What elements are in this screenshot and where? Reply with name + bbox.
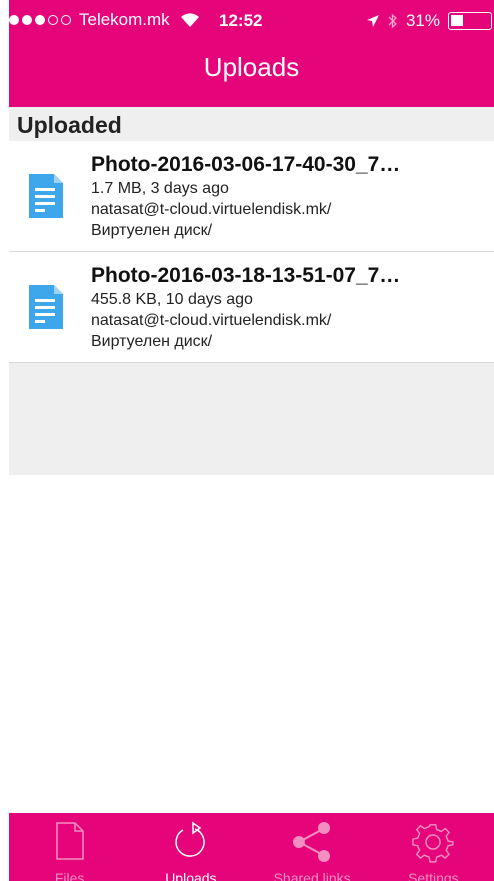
status-time: 12:52 — [219, 11, 263, 30]
refresh-icon — [175, 821, 205, 857]
file-name: Photo-2016-03-18-13-51-07_7… — [91, 264, 401, 287]
tab-shared-links[interactable]: Shared links — [252, 813, 373, 881]
status-right: 31% — [366, 11, 492, 31]
signal-strength-icon — [9, 15, 71, 25]
uploads-list: Photo-2016-03-06-17-40-30_7… 1.7 MB, 3 d… — [9, 141, 494, 363]
wifi-icon — [180, 13, 199, 27]
list-item[interactable]: Photo-2016-03-18-13-51-07_7… 455.8 KB, 1… — [9, 252, 494, 363]
app-screen: Telekom.mk 12:52 31% Uploads Uploaded Ph… — [9, 0, 494, 881]
battery-percentage: 31% — [405, 11, 440, 30]
section-header-uploaded: Uploaded — [9, 107, 494, 141]
battery-icon — [448, 12, 492, 30]
list-item[interactable]: Photo-2016-03-06-17-40-30_7… 1.7 MB, 3 d… — [9, 141, 494, 252]
list-item-text: Photo-2016-03-06-17-40-30_7… 1.7 MB, 3 d… — [91, 153, 484, 240]
status-left: Telekom.mk — [9, 10, 200, 30]
tab-label: Shared links — [273, 870, 351, 881]
share-icon — [293, 822, 331, 862]
carrier-name: Telekom.mk — [79, 10, 170, 29]
file-account: natasat@t-cloud.virtuelendisk.mk/ — [91, 201, 332, 218]
document-icon — [29, 285, 63, 329]
file-folder: Виртуелен диск/ — [91, 333, 213, 350]
file-size-age: 1.7 MB, 3 days ago — [91, 180, 229, 197]
document-icon — [29, 174, 63, 218]
file-folder: Виртуелен диск/ — [91, 222, 213, 239]
location-arrow-icon — [366, 15, 379, 27]
tab-uploads[interactable]: Uploads — [130, 813, 251, 881]
bluetooth-icon — [388, 13, 397, 29]
file-size-age: 455.8 KB, 10 days ago — [91, 291, 253, 308]
file-name: Photo-2016-03-06-17-40-30_7… — [91, 153, 401, 176]
status-bar: Telekom.mk 12:52 31% — [9, 0, 494, 44]
gear-icon — [412, 824, 454, 863]
battery-level-fill — [451, 15, 463, 26]
tab-files[interactable]: Files — [9, 813, 130, 881]
tab-label: Settings — [408, 870, 459, 881]
empty-area — [9, 363, 494, 475]
header: Telekom.mk 12:52 31% Uploads — [9, 0, 494, 107]
tab-label: Files — [54, 870, 85, 881]
page-title: Uploads — [203, 52, 300, 82]
list-item-text: Photo-2016-03-18-13-51-07_7… 455.8 KB, 1… — [91, 264, 484, 351]
file-account: natasat@t-cloud.virtuelendisk.mk/ — [91, 312, 332, 329]
tab-settings[interactable]: Settings — [373, 813, 494, 881]
tab-bar: Files Uploads Shared links Settings — [9, 813, 494, 881]
tab-label: Uploads — [165, 870, 217, 881]
file-icon — [55, 822, 84, 860]
